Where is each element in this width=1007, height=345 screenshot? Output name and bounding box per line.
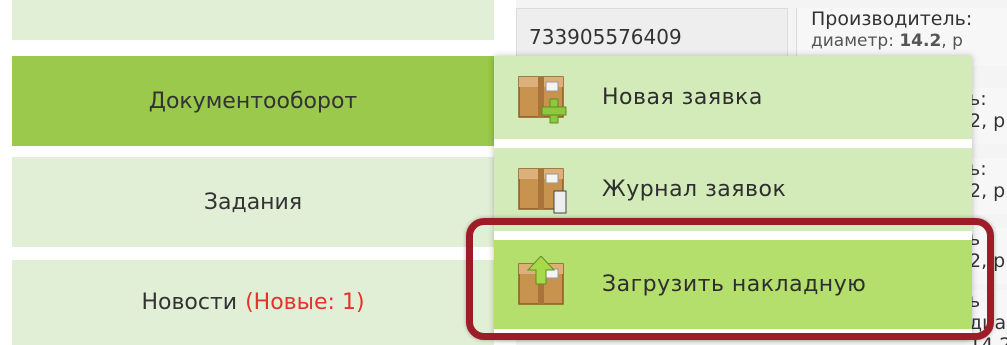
menu-item-label: Новая заявка [602, 85, 763, 110]
sidebar-item-label: Новости [141, 290, 238, 315]
sidebar-item-documents[interactable]: Документооборот [12, 56, 494, 146]
menu-item-new-request[interactable]: Новая заявка [494, 56, 972, 140]
highlight-frame [466, 218, 994, 340]
box-journal-icon [516, 161, 574, 219]
news-badge: (Новые: 1) [245, 290, 365, 315]
sidebar-item-tasks[interactable]: Задания [12, 157, 494, 247]
sidebar-item-label: Задания [203, 189, 303, 215]
desc-line1: Производитель: [811, 8, 973, 30]
code-text: 733905576409 [529, 25, 682, 49]
box-plus-icon [516, 69, 574, 127]
sidebar-item-top[interactable] [12, 0, 494, 40]
desc-line2: диаметр: 14.2, р [811, 31, 963, 51]
sidebar-item-label: Документооборот [148, 88, 358, 114]
sidebar-item-news[interactable]: Новости (Новые: 1) [12, 260, 494, 345]
menu-item-label: Журнал заявок [602, 177, 787, 202]
